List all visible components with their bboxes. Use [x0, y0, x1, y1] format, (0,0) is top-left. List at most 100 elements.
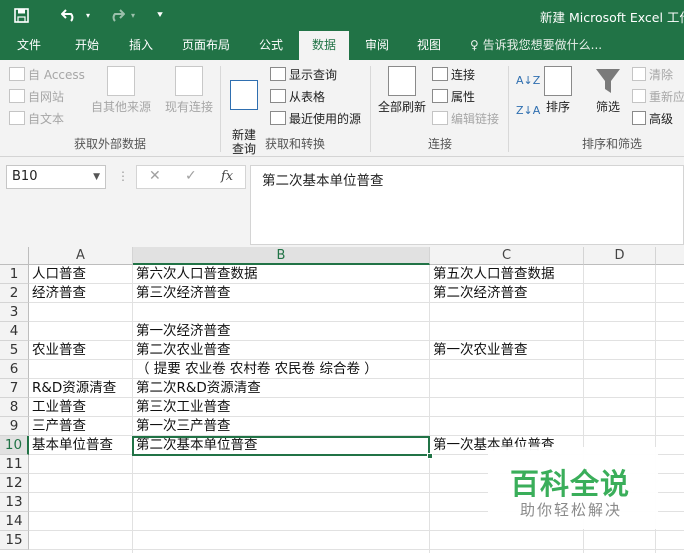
row-header-1[interactable]: 1 — [0, 265, 29, 284]
row-header-13[interactable]: 13 — [0, 493, 29, 512]
column-header-a[interactable]: A — [29, 247, 133, 265]
cancel-icon[interactable]: ✕ — [149, 168, 161, 184]
properties-button[interactable]: 属性 — [432, 86, 475, 106]
filter-icon — [594, 66, 622, 96]
row-header-15[interactable]: 15 — [0, 531, 29, 550]
cell-b1[interactable]: 第六次人口普查数据 — [134, 265, 258, 284]
cell-a1[interactable]: 人口普查 — [30, 265, 86, 284]
formula-buttons: ✕ ✓ fx — [136, 165, 246, 189]
row-header-11[interactable]: 11 — [0, 455, 29, 474]
cell-b8[interactable]: 第三次工业普查 — [134, 398, 231, 417]
edit-links-button[interactable]: 编辑链接 — [432, 108, 499, 128]
show-queries-button[interactable]: 显示查询 — [270, 64, 337, 84]
group-label-connections: 连接 — [427, 137, 452, 151]
row-header-8[interactable]: 8 — [0, 398, 29, 417]
redo-dropdown-icon[interactable]: ▾ — [128, 4, 138, 26]
from-table-button[interactable]: 从表格 — [270, 86, 325, 106]
row-header-6[interactable]: 6 — [0, 360, 29, 379]
tab-review[interactable]: 审阅 — [354, 31, 400, 60]
chevron-down-icon[interactable]: ▼ — [93, 166, 100, 188]
tab-home[interactable]: 开始 — [64, 31, 110, 60]
row-header-12[interactable]: 12 — [0, 474, 29, 493]
name-box[interactable]: B10 ▼ — [6, 165, 106, 189]
gridline — [132, 265, 133, 553]
tab-data[interactable]: 数据 — [299, 31, 349, 60]
undo-icon[interactable] — [58, 4, 80, 26]
web-icon — [9, 89, 25, 103]
customize-icon[interactable]: ⯆ — [152, 4, 168, 26]
gridline — [29, 340, 684, 341]
gridline — [29, 549, 684, 550]
cell-a2[interactable]: 经济普查 — [30, 284, 86, 303]
column-header-b[interactable]: B — [133, 247, 430, 265]
cell-a10[interactable]: 基本单位普查 — [30, 436, 113, 455]
cell-b7[interactable]: 第二次R&D资源清查 — [134, 379, 261, 398]
connections-button[interactable]: 连接 — [432, 64, 475, 84]
enter-icon[interactable]: ✓ — [185, 168, 197, 184]
cell-c5[interactable]: 第一次农业普查 — [431, 341, 528, 360]
sort-button[interactable]: 排序 — [542, 66, 574, 114]
recent-sources-icon — [270, 111, 286, 125]
undo-dropdown-icon[interactable]: ▾ — [83, 4, 93, 26]
row-header-3[interactable]: 3 — [0, 303, 29, 322]
cell-c1[interactable]: 第五次人口普查数据 — [431, 265, 555, 284]
row-header-4[interactable]: 4 — [0, 322, 29, 341]
access-icon — [9, 67, 25, 81]
tell-me-box[interactable]: ♀ 告诉我您想要做什么... — [470, 31, 602, 60]
row-header-5[interactable]: 5 — [0, 341, 29, 360]
from-other-sources-button[interactable]: 自其他来源 — [88, 66, 154, 114]
row-header-9[interactable]: 9 — [0, 417, 29, 436]
formula-bar-area: B10 ▼ ⋮ ✕ ✓ fx 第二次基本单位普查 — [0, 157, 684, 247]
tab-view[interactable]: 视图 — [406, 31, 452, 60]
show-queries-icon — [270, 67, 286, 81]
cell-a8[interactable]: 工业普查 — [30, 398, 86, 417]
cell-a9[interactable]: 三产普查 — [30, 417, 86, 436]
gridline — [29, 321, 684, 322]
from-access-button[interactable]: 自 Access — [9, 64, 85, 84]
title-bar: ▾ ▾ ⯆ 新建 Microsoft Excel 工作 — [0, 0, 684, 31]
group-label-get-external: 获取外部数据 — [73, 137, 146, 151]
recent-sources-button[interactable]: 最近使用的源 — [270, 108, 361, 128]
formula-input[interactable]: 第二次基本单位普查 — [250, 165, 684, 245]
existing-connections-button[interactable]: 现有连接 — [160, 66, 218, 114]
sort-descending-icon[interactable]: Z↓A — [516, 100, 540, 120]
cell-b2[interactable]: 第三次经济普查 — [134, 284, 231, 303]
group-separator — [220, 66, 221, 152]
fill-handle[interactable] — [427, 453, 433, 459]
insert-function-icon[interactable]: fx — [221, 169, 233, 184]
row-header-14[interactable]: 14 — [0, 512, 29, 531]
save-icon[interactable] — [10, 4, 32, 26]
cell-b9[interactable]: 第一次三产普查 — [134, 417, 231, 436]
gridline — [429, 265, 430, 553]
cell-b4[interactable]: 第一次经济普查 — [134, 322, 231, 341]
row-header-7[interactable]: 7 — [0, 379, 29, 398]
clear-filter-button[interactable]: 清除 — [632, 64, 673, 84]
connections-icon — [432, 67, 448, 81]
row-header-2[interactable]: 2 — [0, 284, 29, 303]
from-web-button[interactable]: 自网站 — [9, 86, 64, 106]
new-query-icon — [230, 80, 258, 110]
refresh-all-button[interactable]: 全部刷新 — [376, 66, 428, 114]
row-header-10[interactable]: 10 — [0, 436, 29, 455]
column-header-c[interactable]: C — [430, 247, 584, 265]
from-text-button[interactable]: 自文本 — [9, 108, 64, 128]
cell-a5[interactable]: 农业普查 — [30, 341, 86, 360]
column-header-e[interactable] — [656, 247, 684, 265]
select-all-corner[interactable] — [0, 247, 29, 265]
tab-page-layout[interactable]: 页面布局 — [172, 31, 240, 60]
formula-bar-grip-icon[interactable]: ⋮ — [117, 169, 129, 183]
advanced-filter-button[interactable]: 高级 — [632, 108, 673, 128]
redo-icon[interactable] — [105, 4, 127, 26]
cell-b5[interactable]: 第二次农业普查 — [134, 341, 231, 360]
cell-a7[interactable]: R&D资源清查 — [30, 379, 116, 398]
column-header-d[interactable]: D — [584, 247, 656, 265]
tab-formulas[interactable]: 公式 — [248, 31, 294, 60]
cell-c2[interactable]: 第二次经济普查 — [431, 284, 528, 303]
sort-ascending-icon[interactable]: A↓Z — [516, 70, 540, 90]
reapply-button[interactable]: 重新应 — [632, 86, 684, 106]
filter-button[interactable]: 筛选 — [590, 66, 626, 114]
gridline — [29, 416, 684, 417]
tab-insert[interactable]: 插入 — [118, 31, 164, 60]
tab-file[interactable]: 文件 — [6, 31, 52, 60]
cell-b6[interactable]: （ 提要 农业卷 农村卷 农民卷 综合卷 ） — [134, 360, 378, 379]
